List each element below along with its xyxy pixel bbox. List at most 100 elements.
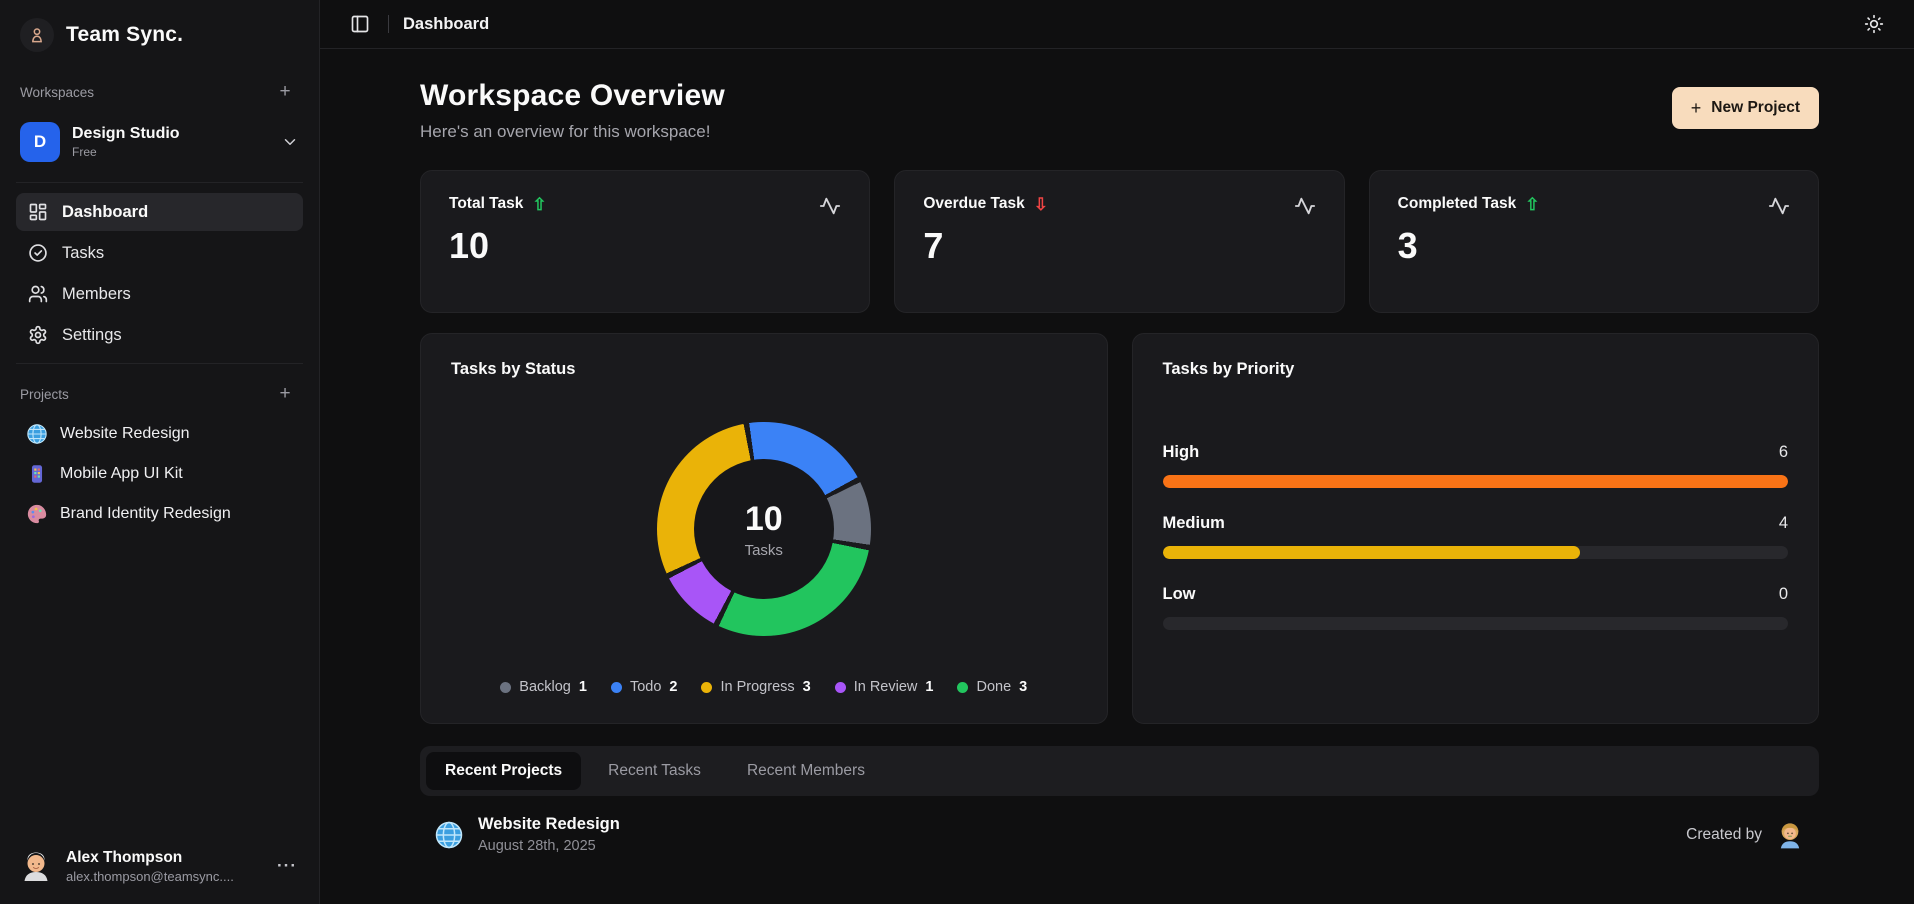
add-project-button[interactable]: + xyxy=(271,380,299,408)
chart-title: Tasks by Priority xyxy=(1163,360,1789,379)
legend-item-backlog: Backlog 1 xyxy=(500,679,587,695)
recent-project-name: Website Redesign xyxy=(478,815,620,834)
donut-center-label: Tasks xyxy=(745,542,783,559)
status-legend: Backlog 1 Todo 2 In Progress 3 xyxy=(451,679,1077,699)
sidebar-item-dashboard[interactable]: Dashboard xyxy=(16,193,303,231)
divider xyxy=(16,363,303,364)
globe-icon xyxy=(26,423,48,445)
project-label: Brand Identity Redesign xyxy=(60,505,231,523)
team-sync-logo-icon xyxy=(20,18,54,52)
workspaces-label: Workspaces xyxy=(20,85,94,100)
stat-card-total-task: Total Task ⇧ 10 xyxy=(420,170,870,313)
dashboard-icon xyxy=(28,202,48,222)
recent-project-date: August 28th, 2025 xyxy=(478,838,620,854)
sidebar-project-website-redesign[interactable]: Website Redesign xyxy=(16,414,303,454)
tasks-by-status-card: Tasks by Status 10 Tasks Backlog xyxy=(420,333,1108,724)
status-donut: 10 Tasks xyxy=(657,422,871,636)
created-by-label: Created by xyxy=(1686,826,1762,844)
legend-item-in-progress: In Progress 3 xyxy=(701,679,810,695)
sidebar-project-mobile-app-ui-kit[interactable]: Mobile App UI Kit xyxy=(16,454,303,494)
divider xyxy=(16,182,303,183)
content: Workspace Overview Here's an overview fo… xyxy=(320,49,1914,904)
stat-value: 7 xyxy=(923,225,1315,267)
legend-item-done: Done 3 xyxy=(957,679,1027,695)
ellipsis-icon: ··· xyxy=(277,856,297,875)
app-root: Team Sync. Workspaces + D Design Studio … xyxy=(0,0,1914,904)
legend-dot xyxy=(500,682,511,693)
chevron-down-icon xyxy=(281,133,299,151)
new-project-button[interactable]: + New Project xyxy=(1672,87,1819,129)
legend-dot xyxy=(957,682,968,693)
donut-center-value: 10 xyxy=(745,500,783,539)
plus-icon: + xyxy=(1691,99,1702,117)
legend-item-todo: Todo 2 xyxy=(611,679,678,695)
tab-recent-projects[interactable]: Recent Projects xyxy=(426,752,581,790)
user-name: Alex Thompson xyxy=(66,849,261,867)
workspace-switcher[interactable]: D Design Studio Free xyxy=(16,112,303,176)
panel-left-icon xyxy=(350,14,370,34)
workspace-name: Design Studio xyxy=(72,125,269,143)
circle-check-icon xyxy=(28,243,48,263)
add-workspace-button[interactable]: + xyxy=(271,78,299,106)
topbar: Dashboard xyxy=(320,0,1914,49)
sidebar-item-tasks[interactable]: Tasks xyxy=(16,234,303,272)
sidebar-project-brand-identity-redesign[interactable]: Brand Identity Redesign xyxy=(16,494,303,534)
app-logo: Team Sync. xyxy=(16,12,303,72)
user-email: alex.thompson@teamsync.... xyxy=(66,869,261,884)
avatar xyxy=(1775,820,1805,850)
stat-label: Overdue Task xyxy=(923,195,1024,213)
gear-icon xyxy=(28,325,48,345)
priority-bar-fill xyxy=(1163,475,1789,488)
workspace-avatar: D xyxy=(20,122,60,162)
plus-icon: + xyxy=(279,81,290,103)
new-project-label: New Project xyxy=(1711,99,1800,117)
sidebar: Team Sync. Workspaces + D Design Studio … xyxy=(0,0,320,904)
priority-row-medium: Medium 4 xyxy=(1163,514,1789,559)
stat-label: Total Task xyxy=(449,195,523,213)
stat-card-overdue-task: Overdue Task ⇩ 7 xyxy=(894,170,1344,313)
page-title: Workspace Overview xyxy=(420,79,725,113)
chart-title: Tasks by Status xyxy=(451,360,1077,379)
recent-project-row[interactable]: Website Redesign August 28th, 2025 Creat… xyxy=(420,796,1819,854)
sidebar-item-label: Dashboard xyxy=(62,203,148,222)
trend-up-icon: ⇧ xyxy=(532,196,546,213)
theme-toggle-button[interactable] xyxy=(1860,10,1888,38)
app-name: Team Sync. xyxy=(66,23,183,47)
projects-label: Projects xyxy=(20,387,69,402)
sidebar-item-members[interactable]: Members xyxy=(16,275,303,313)
sun-icon xyxy=(1864,14,1884,34)
users-icon xyxy=(28,284,48,304)
trend-up-icon: ⇧ xyxy=(1525,196,1539,213)
user-profile[interactable]: Alex Thompson alex.thompson@teamsync....… xyxy=(16,840,303,888)
priority-bar-fill xyxy=(1163,546,1580,559)
tab-recent-tasks[interactable]: Recent Tasks xyxy=(589,752,720,790)
legend-dot xyxy=(611,682,622,693)
tab-recent-members[interactable]: Recent Members xyxy=(728,752,884,790)
tasks-by-priority-card: Tasks by Priority High 6 Medium xyxy=(1132,333,1820,724)
priority-row-low: Low 0 xyxy=(1163,585,1789,630)
sidebar-item-label: Tasks xyxy=(62,244,104,263)
user-menu-button[interactable]: ··· xyxy=(273,852,301,880)
activity-icon xyxy=(819,195,841,217)
priority-row-high: High 6 xyxy=(1163,443,1789,488)
trend-down-icon: ⇩ xyxy=(1034,196,1048,213)
palette-icon xyxy=(26,503,48,525)
legend-dot xyxy=(701,682,712,693)
plus-icon: + xyxy=(279,383,290,405)
mobile-phone-icon xyxy=(26,463,48,485)
sidebar-toggle-button[interactable] xyxy=(346,10,374,38)
avatar xyxy=(18,848,54,884)
legend-item-in-review: In Review 1 xyxy=(835,679,934,695)
sidebar-item-settings[interactable]: Settings xyxy=(16,316,303,354)
stat-cards: Total Task ⇧ 10 Overdue Task ⇩ 7 xyxy=(420,170,1819,313)
recent-tabs: Recent Projects Recent Tasks Recent Memb… xyxy=(420,746,1819,796)
project-label: Mobile App UI Kit xyxy=(60,465,183,483)
main-area: Dashboard Workspace Overview Here's an o… xyxy=(320,0,1914,904)
stat-value: 10 xyxy=(449,225,841,267)
sidebar-item-label: Members xyxy=(62,285,131,304)
legend-dot xyxy=(835,682,846,693)
stat-card-completed-task: Completed Task ⇧ 3 xyxy=(1369,170,1819,313)
page-subtitle: Here's an overview for this workspace! xyxy=(420,122,725,142)
project-label: Website Redesign xyxy=(60,425,190,443)
activity-icon xyxy=(1768,195,1790,217)
